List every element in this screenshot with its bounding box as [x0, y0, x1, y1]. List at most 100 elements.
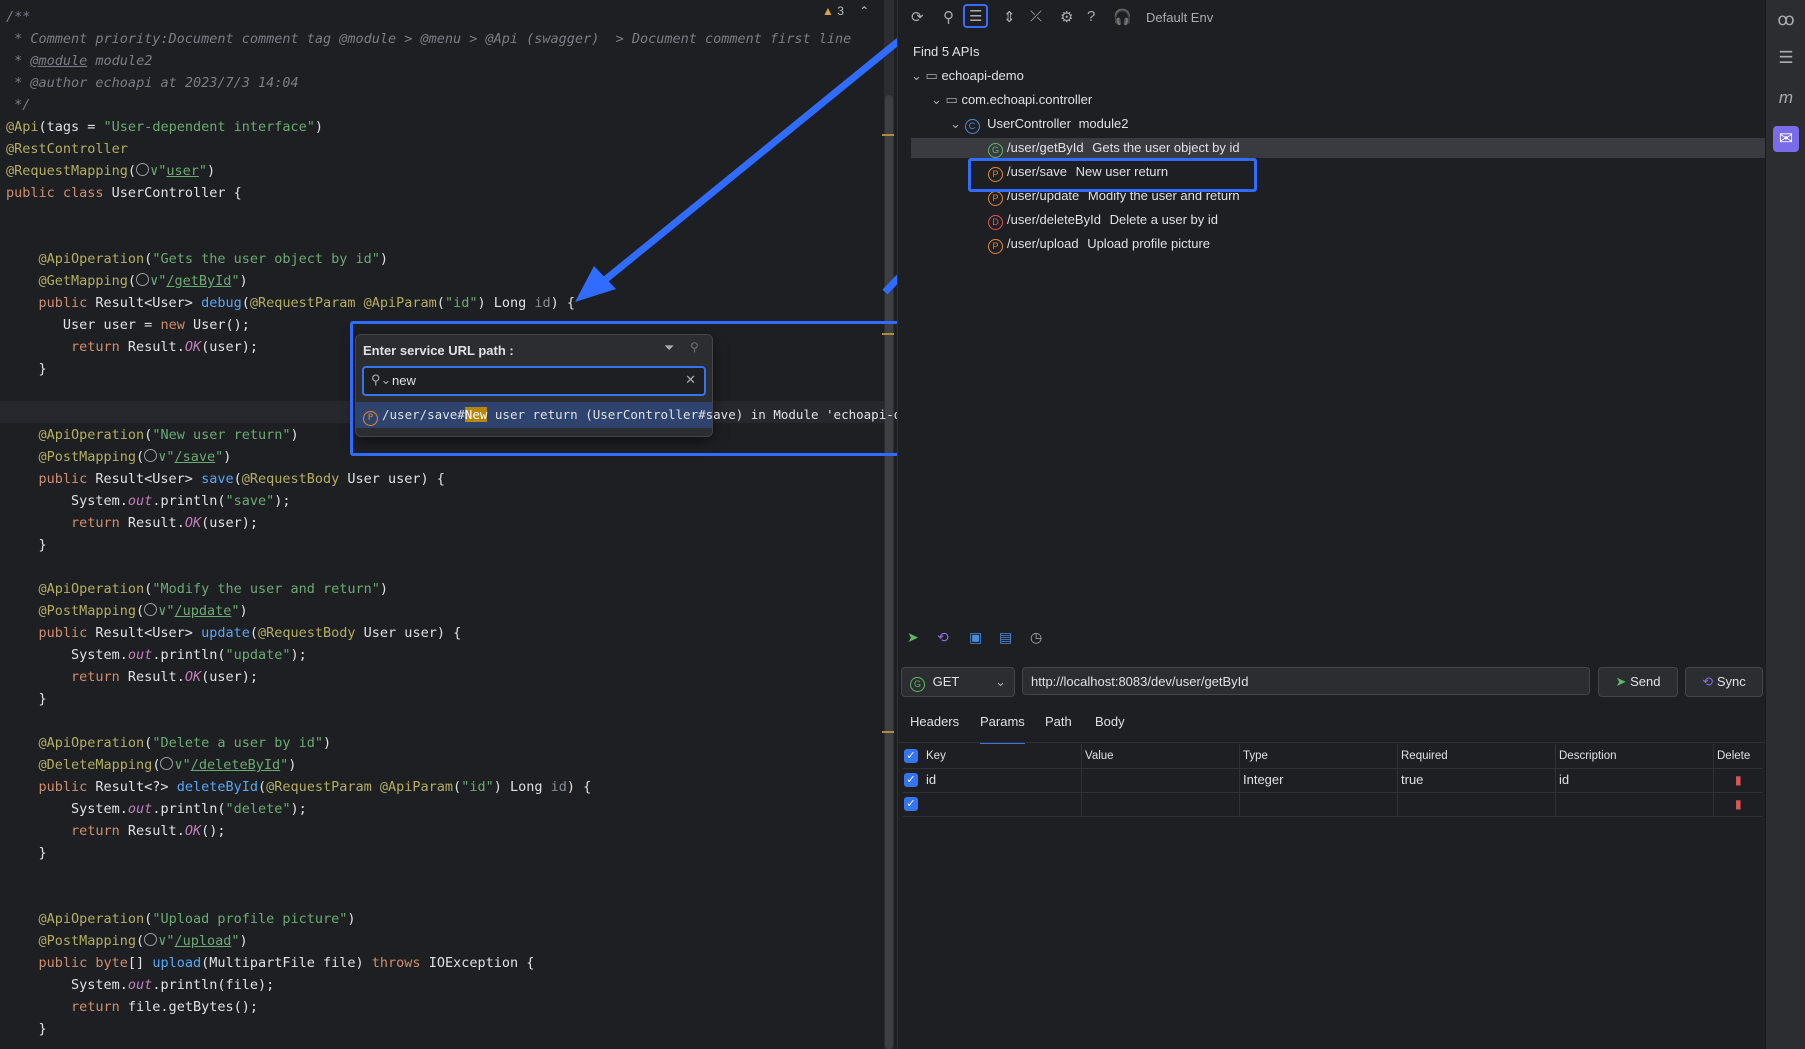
- column-divider: [1081, 744, 1082, 768]
- api-desc: Upload profile picture: [1087, 236, 1211, 251]
- param-description-cell[interactable]: id: [1559, 768, 1709, 792]
- tree-project[interactable]: ⌄ ▭ echoapi-demo: [911, 66, 1024, 86]
- refresh-icon[interactable]: ⟳: [911, 8, 924, 26]
- code-token: Result<User>: [95, 295, 202, 311]
- param-type-cell[interactable]: [1243, 792, 1393, 816]
- trash-icon[interactable]: ▮: [1735, 768, 1742, 792]
- tab-body[interactable]: Body: [1095, 714, 1125, 742]
- trash-icon[interactable]: ▮: [1735, 792, 1742, 816]
- param-type-cell[interactable]: Integer: [1243, 768, 1393, 792]
- code-token: file.getBytes();: [127, 999, 258, 1015]
- row-checkbox[interactable]: ✓: [904, 797, 918, 811]
- code-token: @RequestParam @ApiParam: [266, 779, 454, 795]
- param-description-cell[interactable]: [1559, 792, 1709, 816]
- code-token: OK: [184, 339, 202, 355]
- code-line: return Result.OK(user);: [6, 666, 258, 688]
- doc-icon[interactable]: ▤: [999, 629, 1012, 646]
- table-header: ✓ Key Value Type Required Description Delete: [903, 744, 1763, 769]
- expand-icon[interactable]: ⇕: [1003, 8, 1016, 26]
- code-token: "New user return": [152, 427, 291, 443]
- column-header: Description: [1559, 750, 1617, 762]
- code-token: (: [152, 757, 161, 773]
- code-token: user: [166, 163, 199, 179]
- column-divider: [1713, 768, 1714, 792]
- code-token: /deleteById: [190, 757, 281, 773]
- code-token: .println(: [152, 647, 226, 663]
- code-token: public: [6, 779, 96, 795]
- echoapi-icon[interactable]: ꝏ: [1776, 10, 1796, 30]
- api-item[interactable]: G/user/getById Gets the user object by i…: [911, 138, 1805, 158]
- code-line: }: [6, 534, 47, 556]
- collapse-icon[interactable]: ⤫: [1030, 8, 1042, 25]
- column-header: Required: [1401, 750, 1448, 762]
- code-token: Result.: [127, 339, 185, 355]
- code-token: UserController {: [111, 185, 242, 201]
- code-token: "User-dependent interface": [103, 119, 315, 135]
- code-token: ): [239, 273, 248, 289]
- env-selector[interactable]: Default Env: [1146, 10, 1213, 25]
- code-token: /getById: [166, 273, 232, 289]
- sync-icon[interactable]: ⟲: [937, 629, 949, 646]
- code-token: @PostMapping: [6, 449, 137, 465]
- tab-path[interactable]: Path: [1045, 714, 1072, 742]
- database-icon[interactable]: ☰: [1776, 48, 1796, 68]
- param-value-cell[interactable]: [1085, 792, 1235, 816]
- history-icon[interactable]: ◷: [1030, 629, 1042, 646]
- api-desc: Gets the user object by id: [1092, 140, 1240, 155]
- select-all-checkbox[interactable]: ✓: [904, 749, 918, 763]
- param-required-cell[interactable]: [1401, 792, 1551, 816]
- editor-scroll-thumb[interactable]: [885, 95, 893, 1049]
- sync-button[interactable]: ⟲ Sync: [1685, 667, 1763, 697]
- api-item[interactable]: D/user/deleteById Delete a user by id: [911, 210, 1805, 230]
- gear-icon[interactable]: ⚙: [1060, 8, 1073, 26]
- param-key-cell[interactable]: [926, 792, 1076, 816]
- code-line: }: [6, 1018, 47, 1040]
- help-icon[interactable]: ?: [1087, 8, 1095, 25]
- code-token: @RequestBody: [258, 625, 364, 641]
- code-token: return: [6, 515, 128, 531]
- param-required-cell[interactable]: true: [1401, 768, 1551, 792]
- chevron-down-icon: ⌄: [950, 116, 961, 131]
- method-select[interactable]: G GET ⌄: [901, 667, 1015, 697]
- tab-params[interactable]: Params: [980, 714, 1025, 744]
- package-icon: ▭: [945, 92, 958, 107]
- code-token: (: [233, 471, 242, 487]
- code-line: @PostMapping(∨"/update"): [6, 600, 248, 622]
- tree-controller[interactable]: ⌄ C UserController module2: [950, 114, 1128, 134]
- code-token: System.: [6, 647, 128, 663]
- warning-count: 3: [837, 4, 844, 18]
- code-line: public class UserController {: [6, 182, 242, 204]
- code-token: ": [198, 163, 207, 179]
- param-key-cell[interactable]: id: [926, 768, 1076, 792]
- code-token: return: [6, 339, 128, 355]
- code-editor[interactable]: /** * Comment priority:Document comment …: [0, 0, 884, 1049]
- headset-icon[interactable]: 🎧: [1113, 8, 1132, 26]
- tab-headers[interactable]: Headers: [910, 714, 959, 742]
- search-icon[interactable]: ⚲: [943, 8, 954, 26]
- code-token: return: [6, 999, 128, 1015]
- code-line: }: [6, 688, 47, 710]
- folder-icon: ▭: [925, 68, 938, 83]
- code-token: ) Long: [477, 295, 535, 311]
- send-icon[interactable]: ➤: [907, 629, 919, 646]
- send-button[interactable]: ➤ Send: [1598, 667, 1678, 697]
- url-input[interactable]: http://localhost:8083/dev/user/getById: [1022, 667, 1590, 695]
- row-checkbox[interactable]: ✓: [904, 773, 918, 787]
- maven-icon[interactable]: m: [1776, 88, 1796, 108]
- scroll-marker: [882, 134, 894, 136]
- code-token: (: [136, 603, 145, 619]
- tree-package[interactable]: ⌄ ▭ com.echoapi.controller: [931, 90, 1092, 110]
- api-list-icon[interactable]: ☰: [963, 4, 989, 28]
- code-line: */: [6, 94, 30, 116]
- code-line: System.out.println("save");: [6, 490, 291, 512]
- mail-icon[interactable]: ✉: [1773, 126, 1799, 152]
- column-header: Delete: [1717, 750, 1751, 762]
- api-item[interactable]: P/user/upload Upload profile picture: [911, 234, 1805, 254]
- api-highlight-frame: [968, 158, 1257, 192]
- editor-status[interactable]: ▲ 3 ⌃ ⌄: [822, 4, 893, 18]
- prev-highlight-icon[interactable]: ⌃: [859, 4, 869, 18]
- code-token: Result<User>: [95, 471, 202, 487]
- param-value-cell[interactable]: [1085, 768, 1235, 792]
- save-icon[interactable]: ▣: [969, 629, 982, 646]
- code-token: @ApiOperation: [6, 735, 145, 751]
